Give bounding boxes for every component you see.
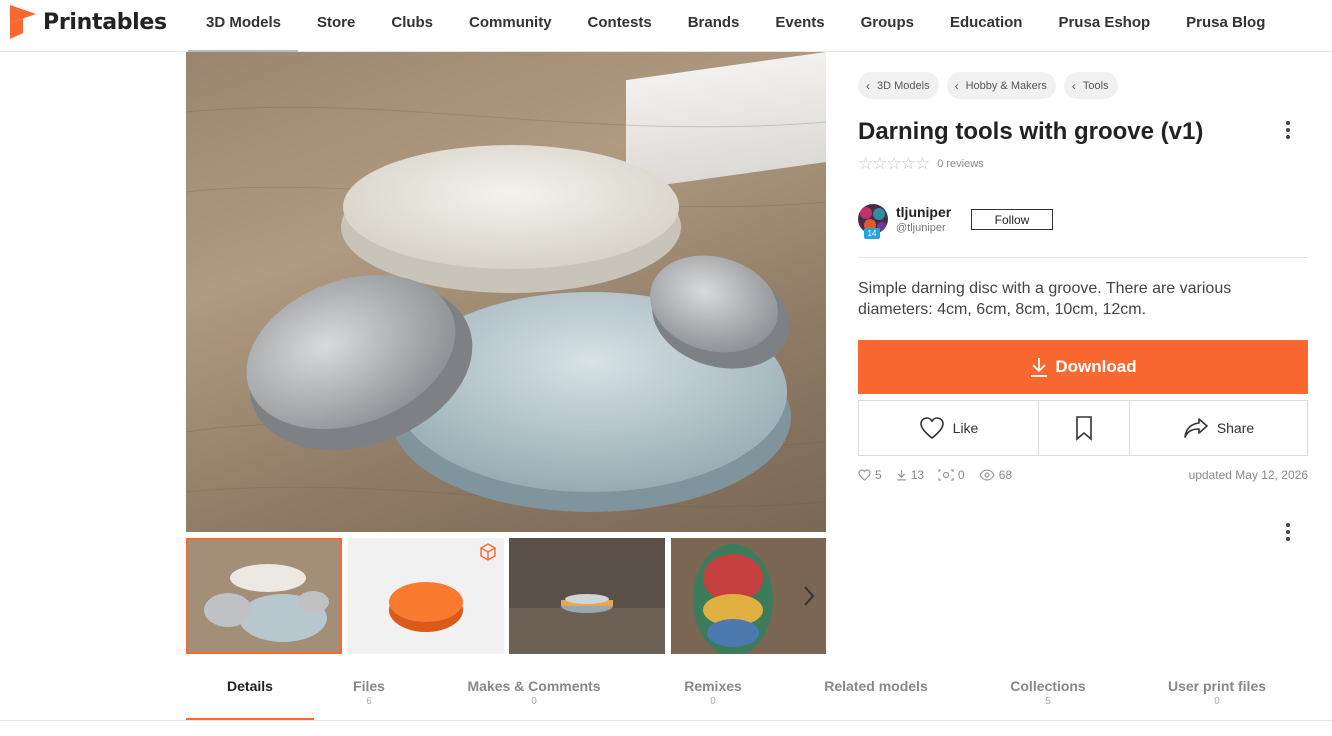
nav-prusa-eshop[interactable]: Prusa Eshop [1040, 14, 1168, 31]
download-label: Download [1055, 357, 1137, 376]
tab-label: Makes & Comments [467, 678, 601, 694]
likes-count: 5 [875, 468, 882, 482]
likes-stat: 5 [858, 468, 882, 482]
printables-logo[interactable]: Printables [10, 5, 167, 39]
model-actions: Like Share [858, 400, 1308, 456]
top-navigation-bar: Printables 3D Models Store Clubs Communi… [0, 0, 1332, 52]
tab-remixes[interactable]: Remixes 0 [658, 678, 768, 708]
breadcrumb: ‹ 3D Models ‹ Hobby & Makers ‹ Tools [858, 72, 1118, 99]
tab-details[interactable]: Details [186, 678, 314, 708]
updated-date: updated May 12, 2026 [1188, 468, 1308, 482]
thumbnail-next-button[interactable] [792, 568, 826, 624]
nav-education[interactable]: Education [932, 14, 1041, 31]
tab-count: 0 [531, 696, 537, 707]
chevron-left-icon: ‹ [1071, 78, 1076, 93]
tab-count [186, 696, 314, 708]
model-more-options-icon[interactable] [1278, 118, 1298, 142]
tab-count: 0 [1214, 696, 1220, 707]
tab-collections[interactable]: Collections 5 [993, 678, 1103, 708]
tab-label: Remixes [684, 678, 742, 694]
nav-community[interactable]: Community [451, 14, 570, 31]
main-model-photo[interactable] [186, 52, 826, 532]
tab-label: User print files [1167, 678, 1267, 694]
makes-count: 0 [958, 468, 965, 482]
active-tab-indicator [186, 718, 314, 720]
tab-label: Related models [824, 678, 928, 694]
breadcrumb-hobby-makers[interactable]: ‹ Hobby & Makers [946, 72, 1056, 99]
views-count: 68 [998, 468, 1013, 482]
thumbnail-strip [186, 538, 826, 654]
eye-icon [979, 469, 995, 481]
makes-icon [938, 469, 954, 481]
main-nav: 3D Models Store Clubs Community Contests… [188, 0, 1283, 44]
tab-label: Files [353, 678, 385, 694]
chevron-left-icon: ‹ [866, 78, 870, 93]
nav-brands[interactable]: Brands [670, 14, 758, 31]
model-description: Simple darning disc with a groove. There… [858, 280, 1232, 318]
nav-contests[interactable]: Contests [570, 14, 670, 31]
darning-discs-photo [186, 106, 826, 512]
nav-prusa-blog[interactable]: Prusa Blog [1168, 14, 1283, 31]
nav-store[interactable]: Store [299, 14, 373, 31]
bookmark-icon [1076, 416, 1092, 441]
share-label: Share [1216, 420, 1255, 436]
download-icon [896, 470, 906, 481]
thumbnail-1[interactable] [186, 538, 342, 654]
nav-clubs[interactable]: Clubs [373, 14, 451, 31]
downloads-stat: 13 [896, 468, 924, 482]
chevron-right-icon [804, 586, 815, 606]
thumbnail-photo-side [509, 538, 665, 654]
share-icon [1184, 418, 1208, 438]
divider [858, 257, 1308, 258]
heart-icon [919, 417, 944, 439]
3d-cube-icon [480, 543, 496, 561]
tab-user-print-files[interactable]: User print files 0 [1152, 678, 1282, 708]
brand-name: Printables [43, 9, 167, 35]
nav-groups[interactable]: Groups [843, 14, 932, 31]
tab-count: 0 [710, 696, 716, 707]
rating[interactable]: ☆☆☆☆☆ 0 reviews [858, 154, 984, 174]
views-stat: 68 [979, 468, 1012, 482]
tab-count: 5 [1045, 696, 1051, 707]
nav-events[interactable]: Events [757, 14, 842, 31]
thumbnail-2-3d-render[interactable] [348, 538, 504, 654]
breadcrumb-label: Hobby & Makers [965, 79, 1047, 92]
like-label: Like [952, 420, 979, 436]
tab-files[interactable]: Files 6 [314, 678, 424, 708]
share-button[interactable]: Share [1129, 401, 1307, 455]
author-handle: @tljuniper [896, 222, 946, 234]
heart-icon [858, 469, 871, 481]
bookmark-button[interactable] [1038, 401, 1129, 455]
review-count: 0 reviews [937, 158, 984, 170]
makes-stat: 0 [938, 468, 965, 482]
breadcrumb-3d-models[interactable]: ‹ 3D Models [858, 72, 939, 99]
chevron-left-icon: ‹ [954, 78, 959, 93]
tab-count: 6 [366, 696, 372, 707]
breadcrumb-tools[interactable]: ‹ Tools [1063, 72, 1118, 99]
tab-label: Collections [1010, 678, 1086, 694]
star-rating-icon: ☆☆☆☆☆ [858, 154, 930, 173]
thumbnail-3[interactable] [509, 538, 665, 654]
author-level-badge: 14 [864, 228, 880, 239]
model-stats: 5 13 0 68 [858, 468, 1026, 482]
download-icon [1031, 358, 1048, 377]
breadcrumb-label: 3D Models [877, 79, 930, 92]
model-tabs: Details Files 6 Makes & Comments 0 Remix… [186, 678, 1332, 720]
breadcrumb-label: Tools [1082, 79, 1109, 92]
tab-related-models[interactable]: Related models [806, 678, 946, 708]
thumbnail-photo-discs [188, 540, 340, 652]
tabs-divider [0, 720, 1332, 721]
downloads-count: 13 [910, 468, 925, 482]
tab-count [806, 696, 946, 708]
more-options-icon[interactable] [1278, 520, 1298, 544]
like-button[interactable]: Like [859, 401, 1038, 455]
printables-logo-icon [10, 5, 36, 39]
tab-makes-comments[interactable]: Makes & Comments 0 [454, 678, 614, 708]
author-name[interactable]: tljuniper [896, 204, 951, 220]
model-title: Darning tools with groove (v1) [858, 118, 1204, 145]
follow-button[interactable]: Follow [971, 209, 1053, 230]
download-button[interactable]: Download [858, 340, 1308, 394]
nav-3d-models[interactable]: 3D Models [188, 14, 299, 31]
tab-label: Details [227, 678, 273, 694]
